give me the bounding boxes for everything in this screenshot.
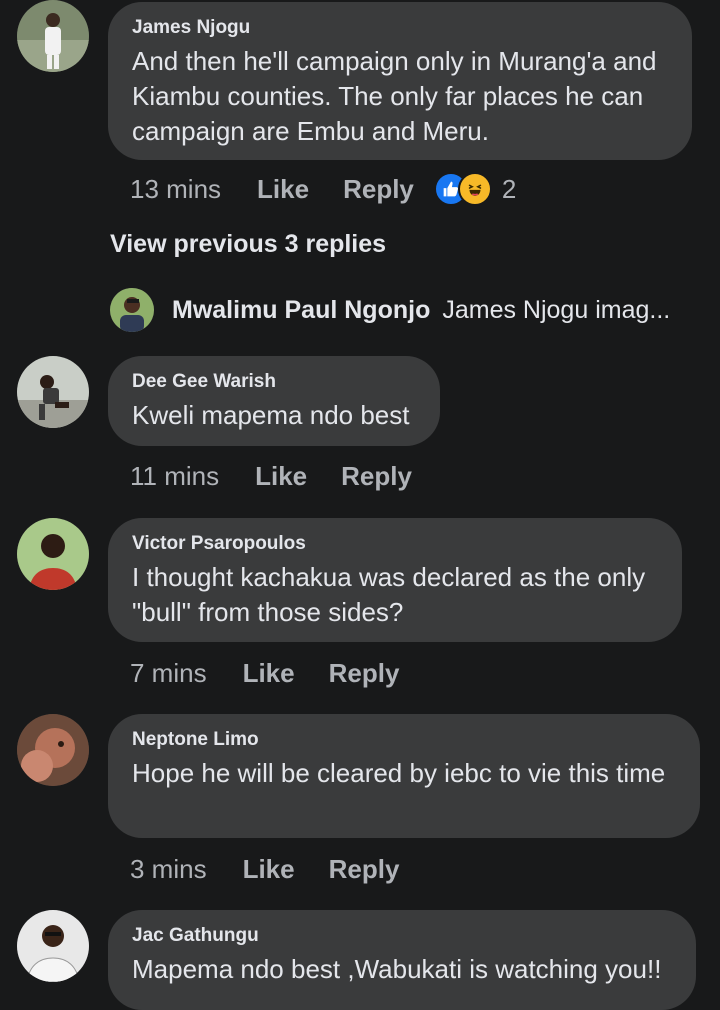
dee-gee-warish-avatar-icon	[17, 356, 89, 428]
comment-bubble: Jac Gathungu Mapema ndo best ,Wabukati i…	[108, 910, 696, 1010]
view-previous-replies-link[interactable]: View previous 3 replies	[110, 230, 386, 259]
comment-time[interactable]: 3 mins	[130, 854, 207, 885]
comment-author[interactable]: Jac Gathungu	[132, 924, 672, 948]
avatar[interactable]	[17, 0, 89, 72]
comment-author[interactable]: Neptone Limo	[132, 728, 676, 752]
comment-meta: 3 mins Like Reply	[130, 851, 433, 887]
reply-button[interactable]: Reply	[329, 854, 400, 885]
like-button[interactable]: Like	[243, 854, 295, 885]
comment-time[interactable]: 13 mins	[130, 174, 221, 205]
victor-psaropoulos-avatar-icon	[17, 518, 89, 590]
jac-gathungu-avatar-icon	[17, 910, 89, 982]
like-button[interactable]: Like	[257, 174, 309, 205]
reply-author[interactable]: Mwalimu Paul Ngonjo	[172, 296, 430, 325]
collapsed-reply[interactable]: Mwalimu Paul Ngonjo James Njogu imag...	[110, 288, 710, 332]
james-njogu-avatar-icon	[17, 0, 89, 72]
avatar[interactable]	[110, 288, 154, 332]
avatar[interactable]	[17, 356, 89, 428]
comment-text: Kweli mapema ndo best	[132, 400, 410, 430]
like-button[interactable]: Like	[255, 461, 307, 492]
comment-text: Mapema ndo best ,Wabukati is watching yo…	[132, 954, 662, 984]
reply-button[interactable]: Reply	[329, 658, 400, 689]
comment-text: And then he'll campaign only in Murang'a…	[132, 46, 657, 146]
comment-author[interactable]: Victor Psaropoulos	[132, 532, 658, 556]
comment-meta: 11 mins Like Reply	[130, 458, 446, 494]
reaction-count: 2	[501, 173, 517, 204]
comment-bubble: Dee Gee Warish Kweli mapema ndo best	[108, 356, 440, 446]
mwalimu-paul-ngonjo-avatar-icon	[110, 288, 154, 332]
avatar[interactable]	[17, 910, 89, 982]
comment-time[interactable]: 11 mins	[130, 461, 219, 492]
comment-bubble: James Njogu And then he'll campaign only…	[108, 2, 692, 160]
comment-author[interactable]: Dee Gee Warish	[132, 370, 416, 394]
comment-meta: 13 mins Like Reply 2	[130, 171, 516, 207]
like-button[interactable]: Like	[243, 658, 295, 689]
reply-preview-text: James Njogu imag...	[442, 295, 671, 324]
comment-text: Hope he will be cleared by iebc to vie t…	[132, 758, 666, 788]
reactions-summary[interactable]: 2	[433, 172, 517, 206]
comment-time[interactable]: 7 mins	[130, 658, 207, 689]
reply-button[interactable]: Reply	[343, 174, 414, 205]
haha-reaction-icon	[457, 172, 492, 206]
reply-button[interactable]: Reply	[341, 461, 412, 492]
neptone-limo-avatar-icon	[17, 714, 89, 786]
comment-meta: 7 mins Like Reply	[130, 655, 433, 691]
comment-bubble: Neptone Limo Hope he will be cleared by …	[108, 714, 700, 838]
comment-text: I thought kachakua was declared as the o…	[132, 562, 646, 627]
avatar[interactable]	[17, 518, 89, 590]
comment-author[interactable]: James Njogu	[132, 16, 668, 40]
comment-bubble: Victor Psaropoulos I thought kachakua wa…	[108, 518, 682, 642]
avatar[interactable]	[17, 714, 89, 786]
